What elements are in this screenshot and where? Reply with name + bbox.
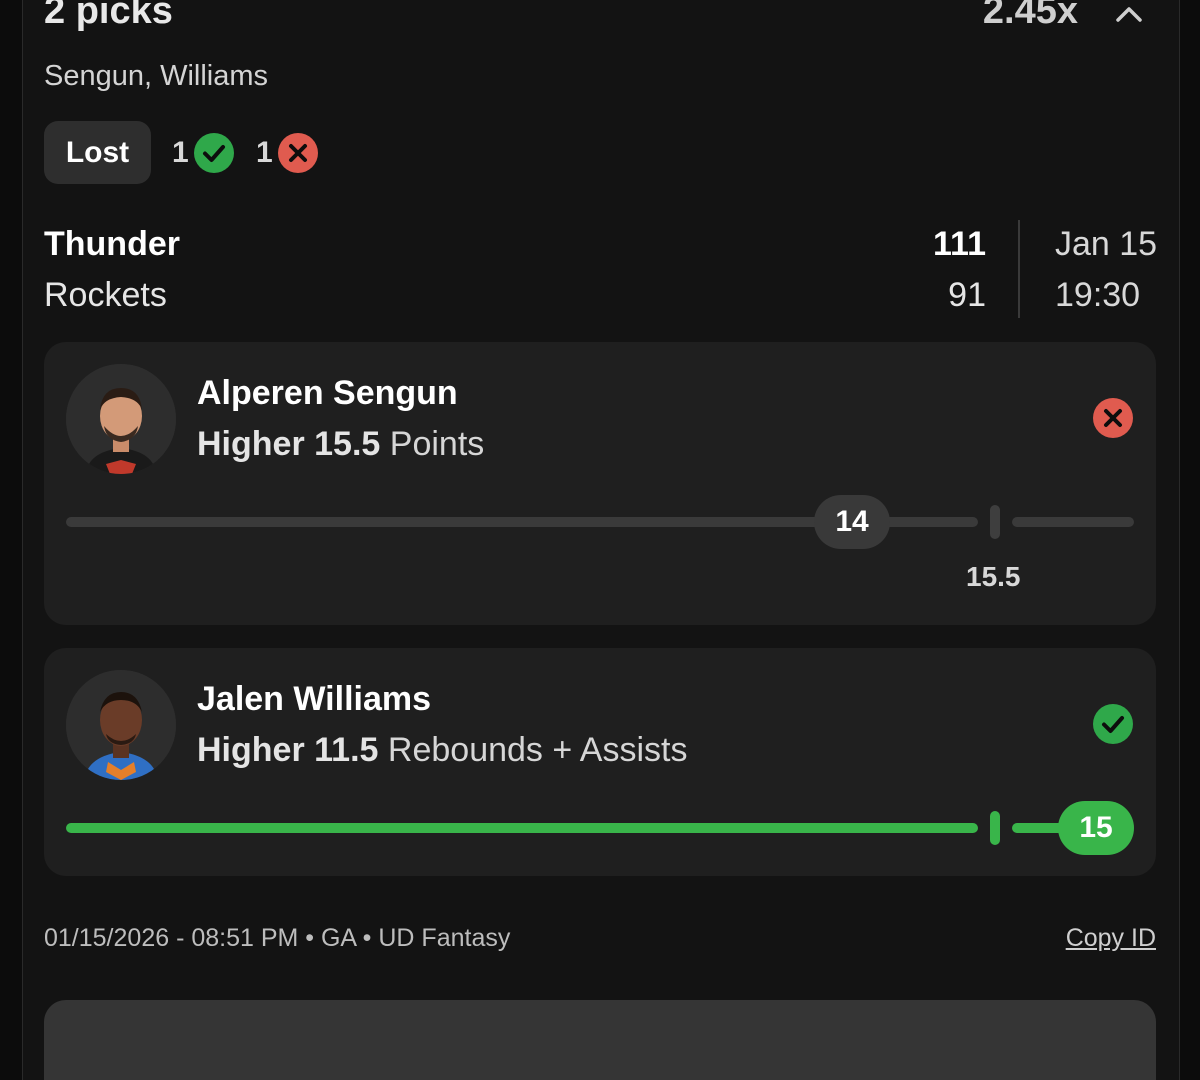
entry-meta: 01/15/2026 - 08:51 PM • GA • UD Fantasy: [44, 924, 511, 952]
progress-track: [66, 823, 978, 833]
pick-line: Higher 15.5 Points: [197, 425, 484, 464]
game-date: Jan 15: [1055, 225, 1158, 263]
pick-direction: Higher: [197, 425, 305, 463]
score-home: 111: [933, 225, 986, 263]
chevron-up-icon[interactable]: [1115, 4, 1143, 24]
player-name: Jalen Williams: [197, 680, 432, 718]
pick-stat: Rebounds + Assists: [387, 731, 688, 769]
x-circle-icon: [1093, 398, 1133, 438]
actual-value-badge: 15: [1058, 801, 1134, 855]
payout-multiplier: 2.45x: [982, 0, 1078, 32]
pick-line-value: 15.5: [314, 425, 381, 463]
x-circle-icon: [278, 133, 318, 173]
next-section[interactable]: [44, 1000, 1156, 1080]
pick-direction: Higher: [197, 731, 305, 769]
progress-track-remaining: [1012, 517, 1134, 527]
wins-count: 1: [172, 136, 189, 169]
avatar: [66, 364, 176, 474]
divider: [1018, 220, 1020, 318]
team-away: Rockets: [44, 276, 167, 314]
pick-line: Higher 11.5 Rebounds + Assists: [197, 731, 687, 770]
losses-count: 1: [256, 136, 273, 169]
status-badge: Lost: [44, 121, 151, 184]
check-circle-icon: [1093, 704, 1133, 744]
line-marker: [990, 505, 1000, 539]
team-home: Thunder: [44, 225, 180, 263]
player-name: Alperen Sengun: [197, 374, 458, 412]
line-marker: [990, 811, 1000, 845]
copy-id-link[interactable]: Copy ID: [1066, 924, 1156, 953]
actual-value-badge: 14: [814, 495, 890, 549]
pick-stat: Points: [389, 425, 485, 463]
avatar: [66, 670, 176, 780]
check-circle-icon: [194, 133, 234, 173]
score-away: 91: [948, 276, 986, 314]
game-time: 19:30: [1055, 276, 1141, 314]
players-summary: Sengun, Williams: [44, 60, 269, 92]
pick-line-value: 11.5: [314, 731, 379, 769]
line-label: 15.5: [966, 561, 1021, 592]
entry-title: 2 picks: [44, 0, 173, 32]
